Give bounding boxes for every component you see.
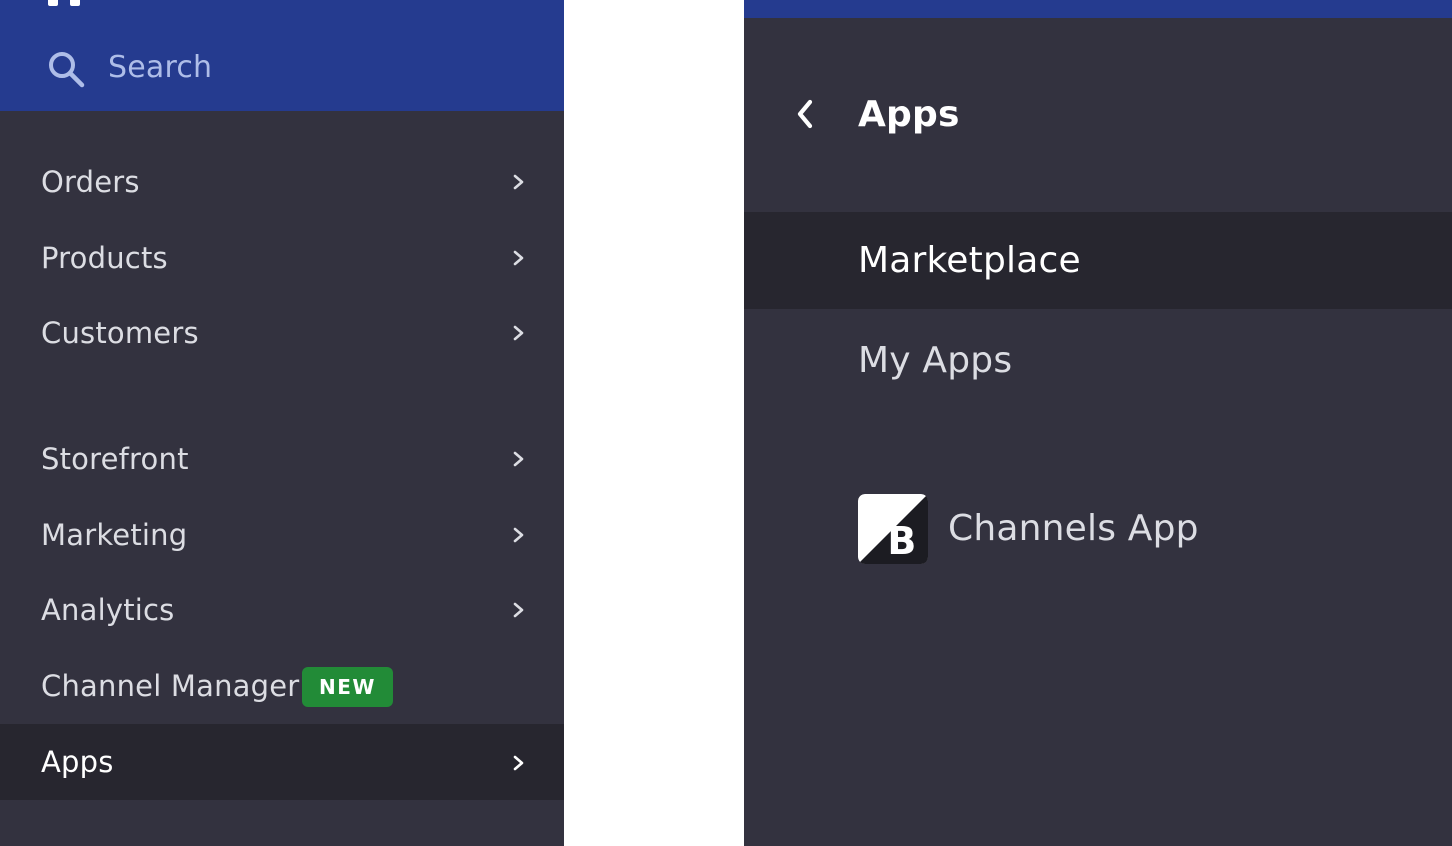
submenu-item-marketplace[interactable]: Marketplace (744, 212, 1452, 309)
submenu-item-label: My Apps (858, 340, 1013, 381)
submenu-item-label: Marketplace (858, 240, 1081, 281)
bigcommerce-logo-icon: B (858, 494, 928, 564)
nav-item-label: Marketing (41, 518, 188, 552)
nav-item-label: Orders (41, 165, 140, 199)
chevron-right-icon (513, 527, 524, 543)
nav-item-label: Customers (41, 316, 199, 350)
submenu-item-my-apps[interactable]: My Apps (744, 312, 1452, 409)
nav-item-marketing[interactable]: Marketing (0, 497, 564, 573)
nav-item-label: Analytics (41, 593, 175, 627)
apps-submenu-panel: Apps Marketplace My Apps B Channels App (744, 0, 1452, 846)
nav-item-label: Channel Manager (41, 669, 300, 703)
svg-text:B: B (887, 519, 916, 563)
nav-item-apps[interactable]: Apps (0, 724, 564, 800)
chevron-right-icon (513, 451, 524, 467)
logo-icon (48, 0, 82, 6)
nav-item-label: Products (41, 241, 168, 275)
panel-top-bar (744, 0, 1452, 18)
app-name: Channels App (948, 508, 1199, 549)
nav-item-label: Apps (41, 745, 114, 779)
main-sidebar: Search Orders Products Customers Storefr… (0, 0, 564, 846)
new-badge: NEW (302, 667, 393, 707)
nav-item-customers[interactable]: Customers (0, 295, 564, 371)
chevron-right-icon (513, 250, 524, 266)
nav-item-channel-manager[interactable]: Channel Manager NEW (0, 648, 564, 724)
nav-item-label: Storefront (41, 442, 189, 476)
nav-item-orders[interactable]: Orders (0, 144, 564, 220)
search-bar[interactable]: Search (0, 0, 564, 111)
nav-item-storefront[interactable]: Storefront (0, 421, 564, 497)
app-item-channels-app[interactable]: B Channels App (858, 494, 1418, 564)
chevron-right-icon (513, 602, 524, 618)
chevron-right-icon (513, 325, 524, 341)
panel-title: Apps (858, 94, 960, 135)
nav-item-products[interactable]: Products (0, 220, 564, 296)
nav-item-analytics[interactable]: Analytics (0, 572, 564, 648)
search-label: Search (108, 50, 213, 85)
chevron-right-icon (513, 755, 524, 771)
chevron-left-icon[interactable] (788, 94, 824, 134)
chevron-right-icon (513, 174, 524, 190)
search-icon (49, 52, 85, 88)
